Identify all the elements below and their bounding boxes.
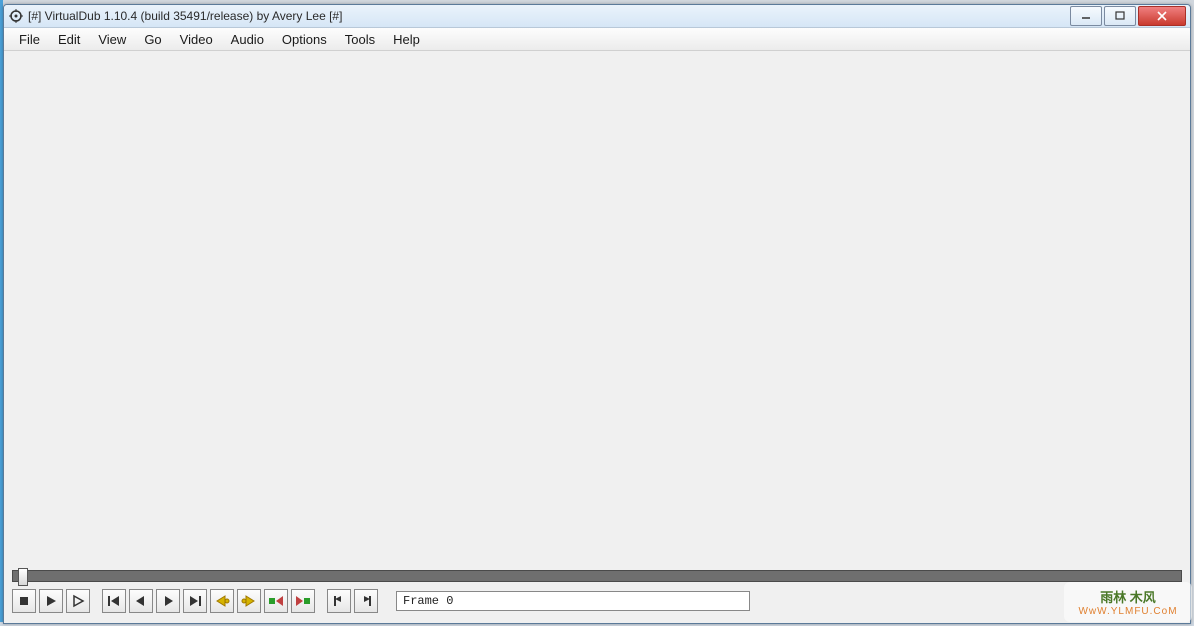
play-output-button[interactable] [66,589,90,613]
menu-audio[interactable]: Audio [222,30,273,49]
window-controls [1068,6,1186,26]
minimize-button[interactable] [1070,6,1102,26]
mark-in-button[interactable] [327,589,351,613]
go-start-icon [106,594,122,608]
prev-icon [133,594,149,608]
menu-help[interactable]: Help [384,30,429,49]
mark-out-icon [358,594,374,608]
video-pane [4,51,1190,565]
key-next-icon [241,594,257,608]
frame-indicator: Frame 0 [396,591,750,611]
maximize-button[interactable] [1104,6,1136,26]
scene-next-button[interactable] [291,589,315,613]
menubar: FileEditViewGoVideoAudioOptionsToolsHelp [4,28,1190,51]
app-window: [#] VirtualDub 1.10.4 (build 35491/relea… [3,4,1191,624]
stop-button[interactable] [12,589,36,613]
key-prev-icon [214,594,230,608]
mark-in-icon [331,594,347,608]
key-next-button[interactable] [237,589,261,613]
timeline-track[interactable] [12,570,1182,582]
transport-toolbar: Frame 0 [12,587,1182,615]
go-end-button[interactable] [183,589,207,613]
timeline[interactable] [12,569,1182,583]
menu-video[interactable]: Video [171,30,222,49]
scene-next-icon [295,594,311,608]
mark-out-button[interactable] [354,589,378,613]
menu-tools[interactable]: Tools [336,30,384,49]
scene-prev-icon [268,594,284,608]
go-end-icon [187,594,203,608]
go-start-button[interactable] [102,589,126,613]
play-o-icon [70,594,86,608]
timeline-handle[interactable] [18,568,28,586]
key-prev-button[interactable] [210,589,234,613]
scene-prev-button[interactable] [264,589,288,613]
stop-icon [16,594,32,608]
menu-view[interactable]: View [89,30,135,49]
next-frame-button[interactable] [156,589,180,613]
menu-go[interactable]: Go [135,30,170,49]
play-input-button[interactable] [39,589,63,613]
titlebar[interactable]: [#] VirtualDub 1.10.4 (build 35491/relea… [4,5,1190,28]
menu-file[interactable]: File [10,30,49,49]
play-icon [43,594,59,608]
close-button[interactable] [1138,6,1186,26]
next-icon [160,594,176,608]
menu-edit[interactable]: Edit [49,30,89,49]
menu-options[interactable]: Options [273,30,336,49]
prev-frame-button[interactable] [129,589,153,613]
app-icon [8,8,24,24]
window-title: [#] VirtualDub 1.10.4 (build 35491/relea… [28,9,342,23]
